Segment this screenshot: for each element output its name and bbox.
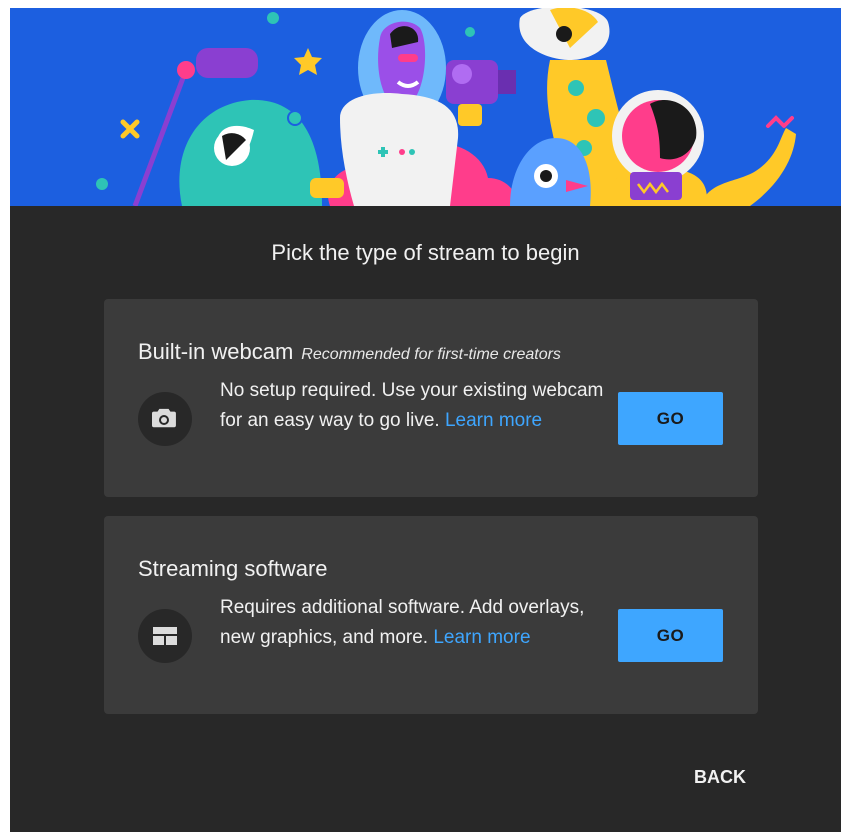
learn-more-link[interactable]: Learn more bbox=[445, 410, 542, 431]
dialog-title: Pick the type of stream to begin bbox=[271, 240, 580, 265]
back-button[interactable]: BACK bbox=[680, 762, 760, 792]
option-title: Streaming software bbox=[138, 556, 328, 581]
option-description: No setup required. Use your existing web… bbox=[220, 376, 610, 435]
option-description: Requires additional software. Add overla… bbox=[220, 593, 610, 652]
learn-more-link[interactable]: Learn more bbox=[433, 627, 530, 648]
go-button-webcam[interactable]: GO bbox=[618, 392, 723, 445]
option-heading: Built-in webcam Recommended for first-tim… bbox=[138, 339, 561, 365]
option-card-streaming-software: Streaming software Requires additional s… bbox=[104, 516, 758, 714]
layout-icon bbox=[138, 609, 192, 663]
option-heading: Streaming software bbox=[138, 556, 328, 582]
option-title: Built-in webcam bbox=[138, 339, 294, 364]
hero-illustration bbox=[10, 8, 841, 206]
go-button-streaming-software[interactable]: GO bbox=[618, 609, 723, 662]
recommended-tag: Recommended for first-time creators bbox=[301, 346, 561, 363]
stream-type-dialog: Pick the type of stream to begin Built-i… bbox=[10, 8, 841, 832]
option-description-text: No setup required. Use your existing web… bbox=[220, 380, 604, 431]
camera-icon bbox=[138, 392, 192, 446]
option-card-webcam: Built-in webcam Recommended for first-tim… bbox=[104, 299, 758, 497]
